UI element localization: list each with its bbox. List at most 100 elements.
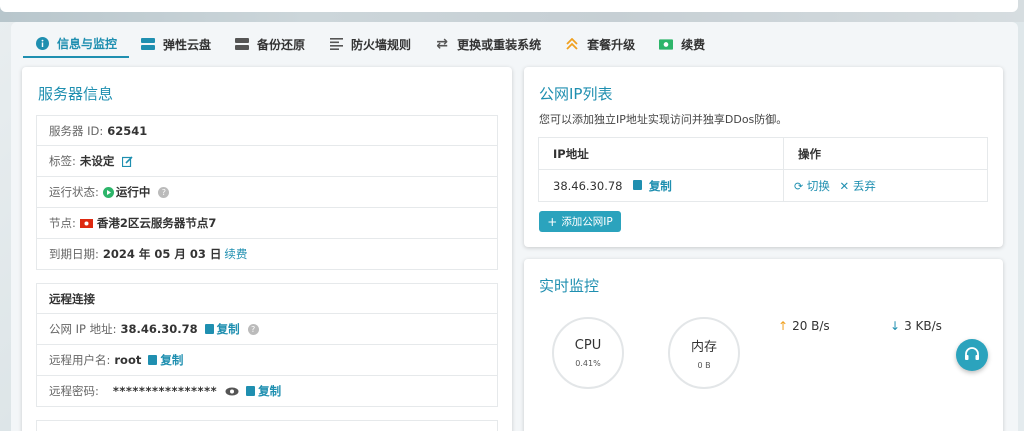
node-label: 节点: — [49, 216, 76, 230]
monitor-card: 实时监控 CPU 0.41% 内存 0 B ↑ 20 B/s ↓ 3 KB/s — [524, 259, 1003, 431]
cpu-label: CPU — [574, 338, 602, 353]
password-row: 远程密码: **************** 复制 — [36, 376, 498, 407]
tab-label: 续费 — [681, 37, 706, 52]
server-info-title: 服务器信息 — [38, 85, 114, 103]
expire-label: 到期日期: — [49, 247, 99, 261]
cpu-gauge: CPU 0.41% — [552, 317, 624, 389]
hk-flag-icon — [79, 218, 93, 228]
tab-label: 信息与监控 — [57, 36, 118, 51]
user-value: root — [114, 353, 142, 367]
public-ip-desc: 您可以添加独立IP地址实现访问并独享DDos防御。 — [539, 113, 788, 126]
arrow-up-icon: ↑ — [778, 319, 789, 333]
copy-ip-link[interactable]: 复制 — [217, 321, 240, 337]
tag-value: 未设定 — [79, 154, 115, 168]
ip-table: IP地址 操作 38.46.30.78 复制 ⟳ 切换 ✕ 丢弃 — [538, 137, 988, 202]
money-icon — [659, 37, 674, 51]
action-cell: ⟳ 切换 ✕ 丢弃 — [783, 169, 988, 202]
copy-user-link[interactable]: 复制 — [160, 352, 183, 368]
tab-firewall[interactable]: 防火墙规则 — [317, 30, 423, 58]
tab-label: 防火墙规则 — [351, 37, 412, 52]
tab-label: 套餐升级 — [587, 37, 636, 52]
copy-ip-link[interactable]: 复制 — [649, 179, 672, 193]
ip-row: 公网 IP 地址: 38.46.30.78 复制 ? — [36, 314, 498, 345]
public-ip-card: 公网IP列表 您可以添加独立IP地址实现访问并独享DDos防御。 IP地址 操作… — [524, 67, 1003, 247]
headset-icon — [964, 347, 980, 363]
node-row: 节点: 香港2区云服务器节点7 — [36, 208, 498, 239]
tab-bar: 信息与监控 弹性云盘 备份还原 防火墙规则 ⇄ 更换或重装系统 套餐升级 续费 — [23, 30, 717, 60]
tab-renew[interactable]: 续费 — [647, 30, 717, 58]
copy-icon[interactable] — [246, 386, 256, 396]
upload-value: 20 B/s — [792, 319, 830, 333]
memory-gauge: 内存 0 B — [668, 317, 740, 389]
monitor-title: 实时监控 — [539, 277, 600, 295]
list-icon — [329, 37, 343, 51]
tab-label: 弹性云盘 — [163, 37, 212, 52]
table-header: IP地址 操作 — [538, 137, 988, 170]
table-row: 38.46.30.78 复制 ⟳ 切换 ✕ 丢弃 — [538, 169, 988, 202]
info-icon — [35, 36, 49, 50]
top-card-edge — [0, 0, 1018, 12]
tab-upgrade[interactable]: 套餐升级 — [553, 30, 647, 58]
edit-icon[interactable] — [122, 155, 133, 167]
add-public-ip-button[interactable]: + 添加公网IP — [539, 211, 621, 232]
add-button-label: 添加公网IP — [561, 216, 613, 228]
download-speed: ↓ 3 KB/s — [890, 319, 942, 333]
remote-title: 远程连接 — [49, 291, 95, 306]
status-value: 运行中 — [115, 185, 151, 199]
status-label: 运行状态: — [49, 185, 99, 199]
customer-service-button[interactable] — [956, 339, 988, 371]
help-icon[interactable]: ? — [158, 186, 170, 198]
plus-icon: + — [547, 214, 558, 229]
server-id-value: 62541 — [107, 123, 148, 138]
tab-info-monitor[interactable]: 信息与监控 — [23, 30, 130, 58]
node-value: 香港2区云服务器节点7 — [96, 216, 217, 230]
col-ip: IP地址 — [538, 137, 784, 170]
expire-row: 到期日期: 2024 年 05 月 03 日 续费 — [36, 239, 498, 270]
ip-address: 38.46.30.78 — [553, 178, 623, 193]
download-value: 3 KB/s — [904, 319, 942, 333]
discard-link[interactable]: 丢弃 — [853, 179, 876, 193]
close-icon[interactable]: ✕ — [840, 179, 850, 193]
password-value: **************** — [112, 384, 218, 398]
server-info-card: 服务器信息 服务器 ID: 62541 标签: 未设定 运行状态: 运行中 ? … — [22, 67, 512, 431]
password-label: 远程密码: — [49, 384, 99, 398]
copy-icon[interactable] — [148, 355, 158, 365]
swap-icon: ⇄ — [436, 36, 448, 52]
backup-icon — [235, 37, 250, 51]
col-action: 操作 — [783, 137, 988, 170]
copy-icon[interactable] — [204, 324, 214, 334]
next-row-partial — [36, 420, 498, 431]
tab-reinstall[interactable]: ⇄ 更换或重装系统 — [423, 30, 553, 58]
tab-elastic-disk[interactable]: 弹性云盘 — [129, 30, 223, 58]
server-id-row: 服务器 ID: 62541 — [36, 115, 498, 146]
eye-icon[interactable] — [225, 387, 239, 396]
ip-label: 公网 IP 地址: — [49, 322, 117, 336]
help-icon[interactable]: ? — [247, 323, 259, 335]
expire-value: 2024 年 05 月 03 日 — [102, 247, 222, 261]
tag-row: 标签: 未设定 — [36, 146, 498, 177]
switch-link[interactable]: 切换 — [807, 179, 830, 193]
tag-label: 标签: — [49, 154, 76, 168]
remote-title-row: 远程连接 — [36, 283, 498, 314]
upload-speed: ↑ 20 B/s — [778, 319, 830, 333]
disk-icon — [141, 37, 156, 51]
arrow-down-icon: ↓ — [890, 319, 901, 333]
copy-icon[interactable] — [633, 179, 643, 190]
user-row: 远程用户名: root 复制 — [36, 345, 498, 376]
public-ip-title: 公网IP列表 — [539, 85, 613, 103]
status-row: 运行状态: 运行中 ? — [36, 177, 498, 208]
copy-password-link[interactable]: 复制 — [258, 383, 281, 399]
play-icon — [102, 186, 114, 198]
cpu-value: 0.41% — [575, 359, 601, 368]
ip-value: 38.46.30.78 — [120, 322, 198, 336]
ip-cell: 38.46.30.78 复制 — [538, 169, 784, 202]
tab-label: 备份还原 — [257, 37, 306, 52]
tab-label: 更换或重装系统 — [457, 37, 542, 52]
upgrade-icon — [565, 37, 579, 51]
renew-link[interactable]: 续费 — [224, 246, 247, 262]
server-id-label: 服务器 ID: — [49, 123, 104, 138]
refresh-icon[interactable]: ⟳ — [794, 180, 803, 193]
user-label: 远程用户名: — [49, 353, 111, 367]
tab-backup[interactable]: 备份还原 — [223, 30, 317, 58]
memory-label: 内存 — [690, 340, 717, 355]
